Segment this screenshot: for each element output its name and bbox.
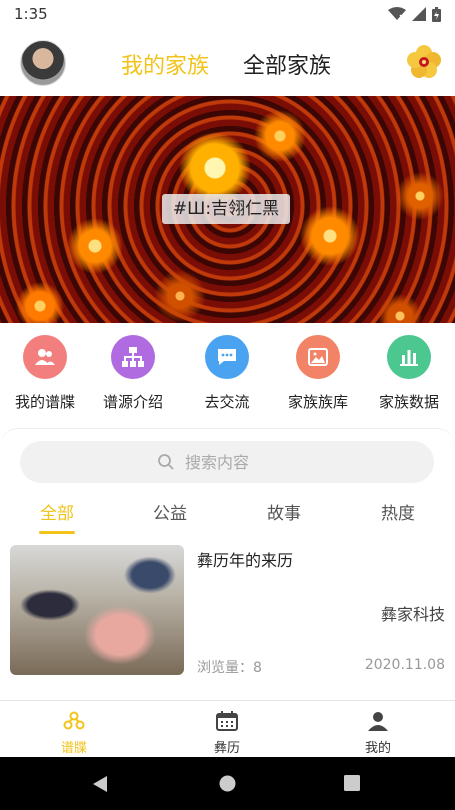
quick-family-library[interactable]: 家族族库 xyxy=(273,335,363,412)
bar-chart-icon xyxy=(400,350,418,366)
recents-icon[interactable] xyxy=(344,775,360,791)
nav-label: 谱牒 xyxy=(60,741,87,756)
quick-go-chat[interactable]: 去交流 xyxy=(182,335,272,412)
battery-icon xyxy=(432,6,441,22)
back-icon[interactable] xyxy=(92,775,108,793)
quick-label: 去交流 xyxy=(204,393,250,411)
news-views: 浏览量：8 xyxy=(197,660,262,676)
tab-category-hot[interactable]: 热度 xyxy=(368,499,428,524)
tab-category-story[interactable]: 故事 xyxy=(254,499,314,524)
news-source: 彝家科技 xyxy=(380,605,445,624)
quick-label: 我的谱牒 xyxy=(14,393,75,411)
quick-icon-circle xyxy=(23,335,67,379)
system-navigation-bar xyxy=(0,757,455,810)
quick-genealogy-origin[interactable]: 谱源介绍 xyxy=(88,335,178,412)
search-input[interactable] xyxy=(183,451,297,473)
person-icon xyxy=(368,712,388,731)
search-bar[interactable] xyxy=(20,441,434,483)
image-icon xyxy=(308,348,328,366)
quick-icon-circle xyxy=(205,335,249,379)
news-item[interactable]: 彝历年的来历 彝家科技 浏览量：8 2020.11.08 xyxy=(10,545,445,677)
quick-icon-circle xyxy=(111,335,155,379)
nav-label: 彝历 xyxy=(213,741,240,756)
tab-category-charity[interactable]: 公益 xyxy=(140,499,200,524)
quick-label: 谱源介绍 xyxy=(102,393,163,411)
quick-label: 家族数据 xyxy=(378,393,439,411)
nav-label: 我的 xyxy=(364,741,391,756)
chat-icon xyxy=(218,349,236,365)
quick-icon-row: 我的谱牒 谱源介绍 去交流 家族族库 家族数据 xyxy=(0,323,455,428)
bottom-navigation: 谱牒 彝历 我的 xyxy=(0,700,455,758)
system-icons xyxy=(388,6,441,22)
content-card: 全部 公益 故事 热度 彝历年的来历 彝家科技 浏览量：8 2020.11.08 xyxy=(0,428,455,701)
nav-genealogy[interactable]: 谱牒 xyxy=(34,711,114,756)
status-bar: 1:35 xyxy=(0,0,455,28)
hierarchy-icon xyxy=(122,347,144,367)
avatar[interactable] xyxy=(20,40,66,86)
news-thumbnail xyxy=(10,545,184,675)
banner-carousel[interactable]: #Ш:吉翎仁黑 xyxy=(0,96,455,323)
top-header: 我的家族 全部家族 xyxy=(0,28,455,96)
nav-mine[interactable]: 我的 xyxy=(338,711,418,756)
flower-logo-icon[interactable] xyxy=(404,42,444,82)
home-icon[interactable] xyxy=(219,775,236,792)
cell-signal-icon xyxy=(412,7,426,21)
nav-yi-calendar[interactable]: 彝历 xyxy=(187,711,267,756)
quick-icon-circle xyxy=(296,335,340,379)
quick-family-data[interactable]: 家族数据 xyxy=(364,335,454,412)
people-icon xyxy=(35,349,55,365)
wifi-icon xyxy=(388,7,406,20)
quick-icon-circle xyxy=(387,335,431,379)
quick-my-genealogy[interactable]: 我的谱牒 xyxy=(0,335,90,412)
tab-category-all[interactable]: 全部 xyxy=(27,499,87,524)
search-icon xyxy=(158,454,174,470)
active-tab-indicator xyxy=(39,531,75,534)
status-time: 1:35 xyxy=(14,5,48,23)
tab-my-family[interactable]: 我的家族 xyxy=(121,48,209,80)
news-title: 彝历年的来历 xyxy=(197,551,294,570)
banner-caption: #Ш:吉翎仁黑 xyxy=(162,194,290,224)
family-icon xyxy=(63,711,85,730)
quick-label: 家族族库 xyxy=(287,393,348,411)
news-date: 2020.11.08 xyxy=(364,657,445,673)
category-tabs: 全部 公益 故事 热度 xyxy=(0,497,455,537)
calendar-icon xyxy=(216,711,238,731)
tab-all-families[interactable]: 全部家族 xyxy=(243,48,331,80)
